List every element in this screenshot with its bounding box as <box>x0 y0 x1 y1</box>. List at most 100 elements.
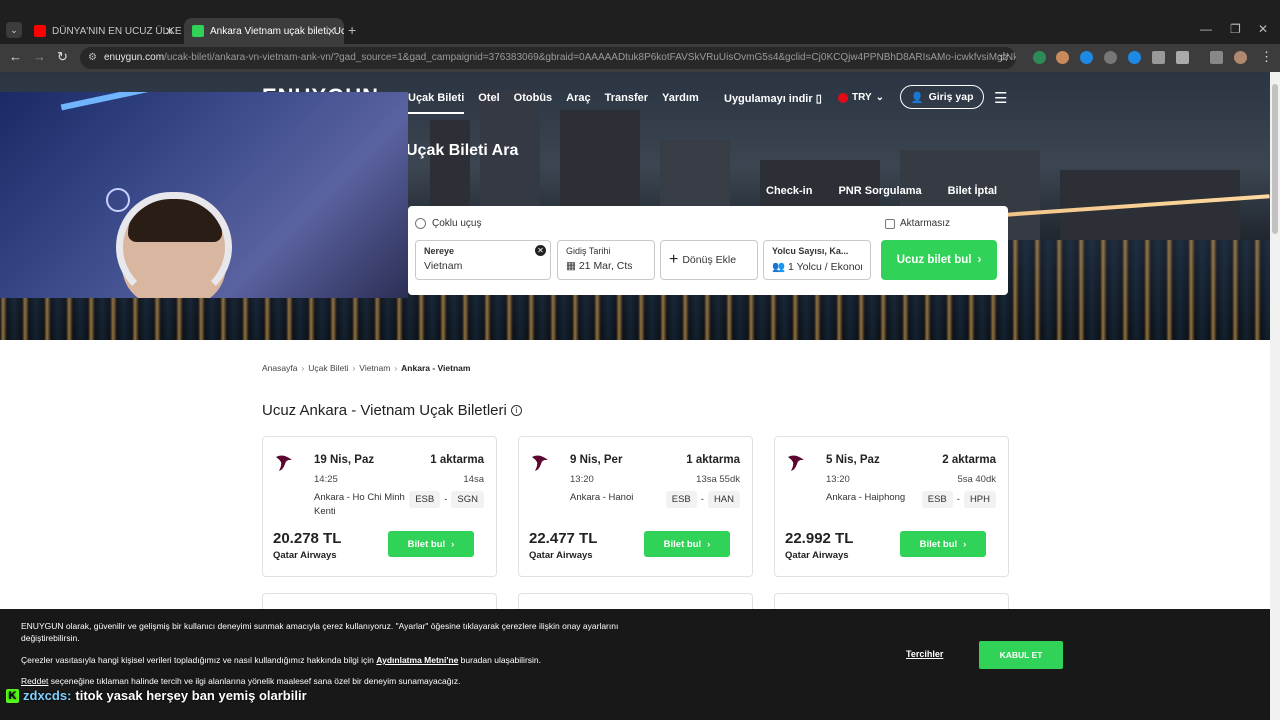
find-ticket-button[interactable]: Bilet bul › <box>388 531 474 557</box>
maximize-icon[interactable]: ❐ <box>1230 22 1241 36</box>
web-page: ENUYGUN Uçak Bileti Otel Otobüs Araç Tra… <box>0 72 1270 720</box>
flight-stops: 1 aktarma <box>430 454 484 466</box>
search-flights-button[interactable]: Ucuz bilet bul › <box>881 240 997 280</box>
qatar-airways-logo-icon <box>532 455 548 471</box>
cancel-ticket-link[interactable]: Bilet İptal <box>948 185 998 197</box>
qatar-airways-logo-icon <box>788 455 804 471</box>
breadcrumb-flights[interactable]: Uçak Bileti <box>308 363 348 373</box>
nav-help[interactable]: Yardım <box>662 92 699 114</box>
app-download-link[interactable]: Uygulamayı indir ▯ <box>724 92 822 105</box>
nav-bus[interactable]: Otobüs <box>514 92 553 114</box>
info-icon[interactable]: i <box>510 405 522 416</box>
qatar-airways-logo-icon <box>276 455 292 471</box>
close-icon[interactable]: ✕ <box>165 25 174 38</box>
flight-duration: 13sa 55dk <box>696 474 740 485</box>
back-icon[interactable]: ← <box>9 49 22 64</box>
nav-flights[interactable]: Uçak Bileti <box>408 92 465 114</box>
close-icon[interactable]: ✕ <box>327 25 336 38</box>
headphones-icon <box>116 192 232 298</box>
flight-card[interactable]: 5 Nis, Paz 2 aktarma 13:20 5sa 40dk Anka… <box>774 436 1009 577</box>
address-bar[interactable]: ⚙ enuygun.com/ucak-bileti/ankara-vn-viet… <box>80 47 1016 69</box>
login-button[interactable]: 👤 Giriş yap <box>900 85 984 109</box>
departure-date-field[interactable]: Gidiş Tarihi ▦ 21 Mar, Cts <box>557 240 655 280</box>
bookmark-star-icon[interactable]: ☆ <box>998 49 1010 65</box>
breadcrumb: Anasayfa › Uçak Bileti › Vietnam › Ankara -… <box>262 363 470 373</box>
window-close-icon[interactable]: ✕ <box>1258 22 1268 36</box>
accept-cookies-button[interactable]: KABUL ET <box>979 641 1063 669</box>
origin-code: ESB <box>921 491 953 508</box>
chevron-right-icon: › <box>394 363 398 373</box>
extensions-puzzle-icon[interactable] <box>1176 51 1189 64</box>
breadcrumb-current: Ankara - Vietnam <box>401 363 471 373</box>
chevron-down-icon: ⌄ <box>875 92 885 103</box>
extension-icon[interactable] <box>1128 51 1141 64</box>
destination-code: HPH <box>963 491 996 508</box>
tab-title: DÜNYA'NIN EN UCUZ ÜLKESİ V <box>52 25 182 37</box>
passenger-label: Yolcu Sayısı, Ka... <box>772 246 849 256</box>
find-ticket-label: Bilet bul <box>407 538 446 550</box>
passenger-field[interactable]: Yolcu Sayısı, Ka... 👥 1 Yolcu / Ekonomi <box>763 240 871 280</box>
breadcrumb-vietnam[interactable]: Vietnam <box>359 363 390 373</box>
chat-username: zdxcds: <box>23 688 72 703</box>
currency-selector[interactable]: TRY ⌄ <box>838 92 884 103</box>
scrollbar-thumb[interactable] <box>1272 84 1278 234</box>
flight-card[interactable]: 9 Nis, Per 1 aktarma 13:20 13sa 55dk Ank… <box>518 436 753 577</box>
radio-icon <box>415 218 426 229</box>
hamburger-menu-icon[interactable]: ☰ <box>994 89 1007 107</box>
destination-code: HAN <box>707 491 740 508</box>
profile-avatar[interactable] <box>1234 51 1247 64</box>
nonstop-checkbox[interactable]: Aktarmasız <box>885 218 950 229</box>
cookie-banner: ENUYGUN olarak, güvenilir ve gelişmiş bi… <box>0 609 1270 720</box>
chevron-right-icon: › <box>451 538 455 550</box>
cookie-text-line3: Reddet seçeneğine tıklaman halinde terci… <box>21 675 460 687</box>
clear-icon[interactable]: ✕ <box>535 245 546 256</box>
airline-name: Qatar Airways <box>273 550 337 561</box>
browser-tab-youtube[interactable]: DÜNYA'NIN EN UCUZ ÜLKESİ V ✕ <box>26 18 182 44</box>
plus-icon: + <box>669 251 679 268</box>
webcam-overlay <box>0 92 408 298</box>
chevron-right-icon: › <box>301 363 305 373</box>
nav-transfer[interactable]: Transfer <box>605 92 648 114</box>
destination-value: Vietnam <box>424 260 463 272</box>
airport-codes: ESB - HAN <box>665 491 740 508</box>
find-ticket-button[interactable]: Bilet bul › <box>900 531 986 557</box>
tab-search-icon[interactable]: ⌄ <box>6 22 22 38</box>
departure-date-value: 21 Mar, Cts <box>578 260 633 272</box>
reject-link[interactable]: Reddet <box>21 676 48 686</box>
nav-car[interactable]: Araç <box>566 92 590 114</box>
main-nav: Uçak Bileti Otel Otobüs Araç Transfer Ya… <box>408 92 699 114</box>
cookie-text-line1: ENUYGUN olarak, güvenilir ve gelişmiş bi… <box>21 621 619 643</box>
checkin-link[interactable]: Check-in <box>766 185 812 197</box>
pnr-link[interactable]: PNR Sorgulama <box>838 185 921 197</box>
reload-icon[interactable]: ↻ <box>57 49 68 65</box>
flight-duration: 5sa 40dk <box>957 474 996 485</box>
cookie-preferences-button[interactable]: Tercihler <box>906 649 943 659</box>
flight-price: 20.278 TL <box>273 530 342 547</box>
site-info-icon[interactable]: ⚙ <box>88 47 97 69</box>
dash: - <box>700 494 704 505</box>
minimize-icon[interactable]: — <box>1200 22 1212 36</box>
extension-icon[interactable] <box>1056 51 1069 64</box>
airport-codes: ESB - HPH <box>921 491 996 508</box>
add-return-field[interactable]: + Dönüş Ekle <box>660 240 758 280</box>
breadcrumb-home[interactable]: Anasayfa <box>262 363 297 373</box>
flight-search-form: Çoklu uçuş Aktarmasız Nereye Vietnam ✕ G… <box>408 206 1008 295</box>
extension-icon[interactable] <box>1080 51 1093 64</box>
multi-city-radio[interactable]: Çoklu uçuş <box>415 218 481 229</box>
find-ticket-button[interactable]: Bilet bul › <box>644 531 730 557</box>
extension-icon[interactable] <box>1152 51 1165 64</box>
extension-icon[interactable] <box>1033 51 1046 64</box>
stream-chat-overlay: K zdxcds: titok yasak herşey ban yemiş o… <box>6 688 307 703</box>
reading-list-icon[interactable] <box>1210 51 1223 64</box>
flight-card[interactable]: 19 Nis, Paz 1 aktarma 14:25 14sa Ankara … <box>262 436 497 577</box>
destination-field[interactable]: Nereye Vietnam ✕ <box>415 240 551 280</box>
new-tab-button[interactable]: + <box>348 22 356 38</box>
search-button-label: Ucuz bilet bul <box>896 254 972 266</box>
privacy-notice-link[interactable]: Aydınlatma Metni'ne <box>376 655 458 665</box>
browser-tab-enuygun[interactable]: Ankara Vietnam uçak bileti, Ucu ✕ <box>184 18 344 44</box>
dash: - <box>444 494 448 505</box>
forward-icon[interactable]: → <box>33 49 46 64</box>
browser-menu-icon[interactable]: ⋮ <box>1260 49 1273 65</box>
nav-hotel[interactable]: Otel <box>478 92 499 114</box>
extension-icon[interactable] <box>1104 51 1117 64</box>
